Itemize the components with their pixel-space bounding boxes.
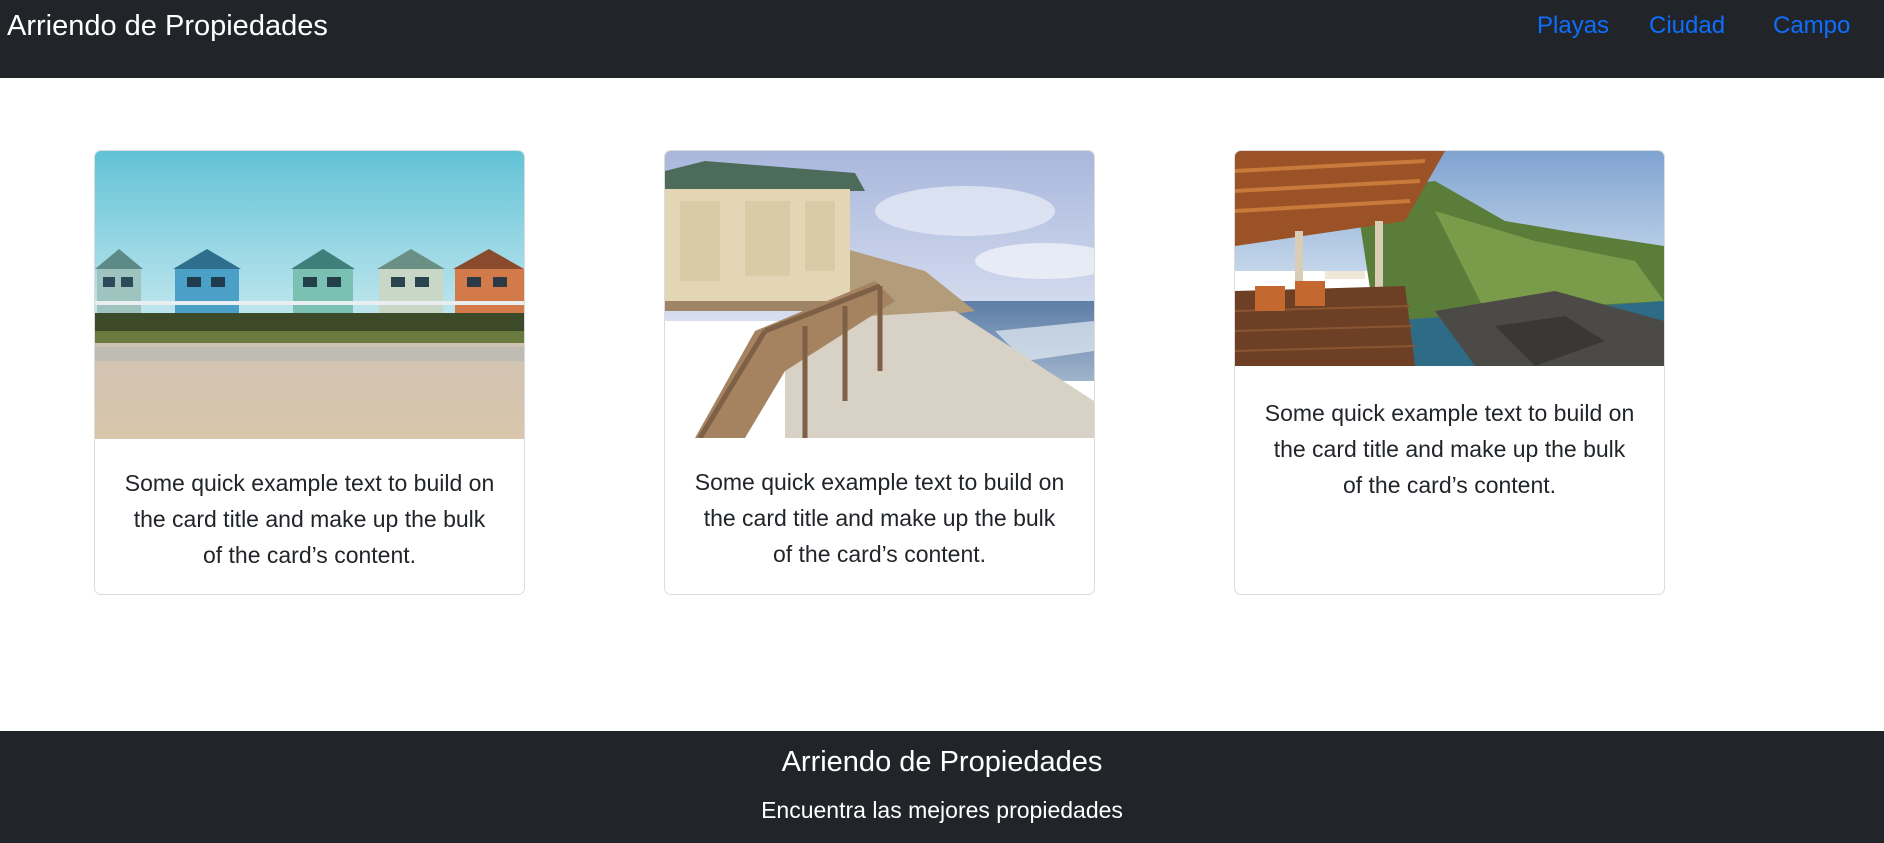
card-text: Some quick example text to build on the … (694, 469, 1065, 567)
footer-subtitle: Encuentra las mejores propiedades (761, 797, 1123, 823)
beach-houses-image (95, 151, 524, 439)
nav-link-playas[interactable]: Playas (1537, 10, 1609, 42)
footer: Arriendo de Propiedades Encuentra las me… (0, 731, 1884, 843)
coastal-terrace-image (1235, 151, 1664, 366)
property-card-coastal-terrace: Some quick example text to build on the … (1234, 150, 1665, 595)
property-card-beach-cabin: Some quick example text to build on the … (664, 150, 1095, 595)
nav-link-ciudad[interactable]: Ciudad (1649, 10, 1725, 42)
property-card-beach-houses: Some quick example text to build on the … (94, 150, 525, 595)
footer-title: Arriendo de Propiedades (781, 746, 1103, 778)
beach-cabin-image (665, 151, 1094, 438)
card-text: Some quick example text to build on the … (1264, 400, 1635, 498)
card-text: Some quick example text to build on the … (124, 470, 495, 568)
navbar-brand[interactable]: Arriendo de Propiedades (7, 8, 328, 44)
nav-link-campo[interactable]: Campo (1773, 10, 1850, 42)
top-navbar: Arriendo de Propiedades Playas Ciudad Ca… (0, 0, 1884, 78)
